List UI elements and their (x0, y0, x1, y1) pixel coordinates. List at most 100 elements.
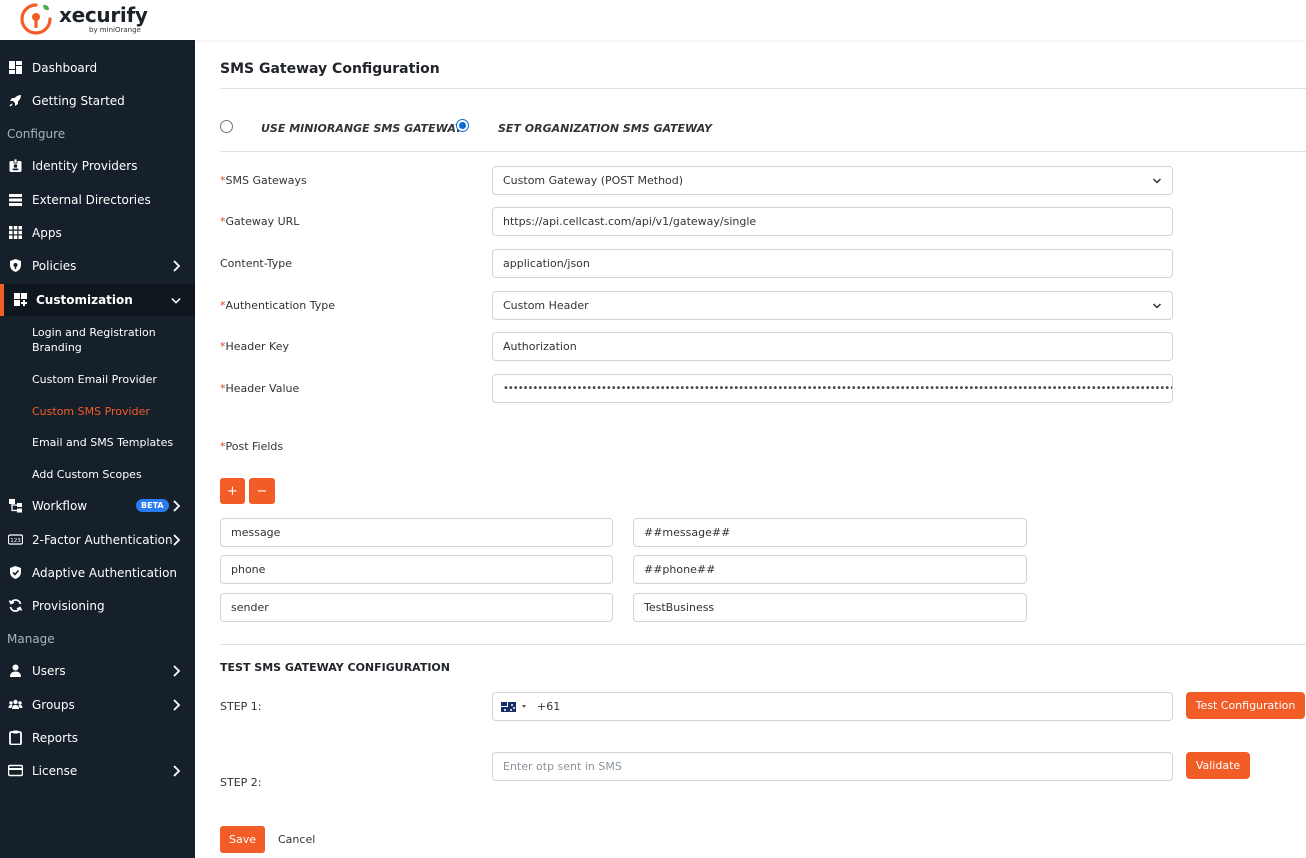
post-field-value-input[interactable]: TestBusiness (633, 593, 1027, 622)
test-configuration-button[interactable]: Test Configuration (1186, 692, 1305, 719)
header-value-label: *Header Value (220, 382, 300, 395)
sidebar-item-adaptive-auth[interactable]: Adaptive Authentication (0, 557, 195, 589)
sidebar-item-users[interactable]: Users (0, 655, 195, 687)
top-bar: xecurify by miniOrange (0, 0, 1306, 40)
sidebar-subitem-branding[interactable]: Branding (32, 340, 82, 355)
post-field-key-input[interactable]: message (220, 518, 613, 547)
chevron-down-icon (1152, 178, 1162, 184)
section-manage: Manage (7, 632, 55, 646)
post-field-key-input[interactable]: phone (220, 555, 613, 584)
sidebar-item-label: Identity Providers (32, 159, 138, 173)
step1-label: STEP 1: (220, 700, 262, 713)
chevron-right-icon (173, 765, 181, 777)
radio-label-miniorange: USE MINIORANGE SMS GATEWAY (261, 122, 463, 135)
sidebar-item-policies[interactable]: Policies (0, 250, 195, 282)
workflow-icon (9, 499, 22, 513)
header-key-input[interactable]: Authorization (492, 332, 1173, 361)
dashboard-icon (9, 61, 22, 74)
sidebar-item-label: Groups (32, 698, 75, 712)
clipboard-icon (9, 730, 22, 745)
radio-label-organization: SET ORGANIZATION SMS GATEWAY (498, 122, 712, 135)
sidebar-item-workflow[interactable]: Workflow BETA (0, 490, 195, 522)
auth-type-label: *Authentication Type (220, 299, 336, 312)
active-indicator (0, 284, 4, 316)
add-post-field-button[interactable]: + (220, 478, 245, 504)
sidebar-item-external-directories[interactable]: External Directories (0, 184, 195, 216)
phone-number-input[interactable]: +61 (492, 692, 1173, 721)
sidebar-item-label: Customization (36, 293, 133, 307)
post-field-key-input[interactable]: sender (220, 593, 613, 622)
section-configure: Configure (7, 127, 66, 141)
test-section-title: TEST SMS GATEWAY CONFIGURATION (220, 661, 450, 674)
svg-text:123: 123 (10, 538, 21, 544)
validate-button[interactable]: Validate (1186, 752, 1250, 779)
sidebar-item-label: Dashboard (32, 61, 98, 75)
gateway-url-label: *Gateway URL (220, 215, 300, 228)
auth-type-select[interactable]: Custom Header (492, 291, 1173, 320)
customization-icon (14, 293, 27, 306)
sidebar-subitem-custom-email-provider[interactable]: Custom Email Provider (32, 372, 157, 387)
sidebar-item-label: 2-Factor Authentication (32, 533, 173, 547)
post-field-value-input[interactable]: ##message## (633, 518, 1027, 547)
chevron-down-icon (171, 297, 181, 304)
cancel-button[interactable]: Cancel (278, 833, 315, 846)
sync-icon (8, 599, 23, 612)
sidebar-item-provisioning[interactable]: Provisioning (0, 590, 195, 622)
post-field-value-input[interactable]: ##phone## (633, 555, 1027, 584)
otp-input[interactable]: Enter otp sent in SMS (492, 752, 1173, 781)
sidebar-item-apps[interactable]: Apps (0, 217, 195, 249)
xecurify-logo[interactable]: xecurify by miniOrange (19, 2, 159, 36)
sidebar-subitem-custom-sms-provider[interactable]: Custom SMS Provider (32, 404, 150, 419)
country-dropdown-icon[interactable] (522, 705, 526, 708)
brand-byline: by miniOrange (89, 26, 141, 34)
sidebar-item-dashboard[interactable]: Dashboard (0, 52, 195, 84)
content-type-input[interactable]: application/json (492, 249, 1173, 278)
sidebar-item-label: Getting Started (32, 94, 125, 108)
gateway-url-input[interactable]: https://api.cellcast.com/api/v1/gateway/… (492, 207, 1173, 236)
rocket-icon (9, 95, 21, 107)
sidebar-item-2fa[interactable]: 123 2-Factor Authentication (0, 524, 195, 556)
chevron-right-icon (173, 665, 181, 677)
divider (220, 644, 1306, 645)
shield-lock-icon (10, 259, 21, 272)
header-value-input[interactable]: ••••••••••••••••••••••••••••••••••••••••… (492, 374, 1173, 403)
sidebar-item-customization[interactable]: Customization (0, 284, 195, 316)
australia-flag-icon (501, 702, 516, 712)
shield-check-icon (10, 566, 21, 579)
brand-name: xecurify (59, 3, 148, 27)
radio-miniorange-gateway[interactable] (220, 120, 233, 133)
sidebar-item-label: Users (32, 664, 66, 678)
radio-organization-gateway[interactable] (456, 119, 469, 132)
id-card-icon (9, 158, 22, 172)
sidebar-item-label: Apps (32, 226, 62, 240)
chevron-right-icon (173, 534, 181, 546)
sidebar-item-groups[interactable]: Groups (0, 689, 195, 721)
sidebar-subitem-login-registration[interactable]: Login and Registration (32, 325, 156, 340)
list-icon (9, 194, 22, 206)
sidebar-item-label: Provisioning (32, 599, 105, 613)
sms-gateways-select[interactable]: Custom Gateway (POST Method) (492, 166, 1173, 195)
beta-badge: BETA (136, 499, 169, 512)
save-button[interactable]: Save (220, 826, 265, 853)
keyhole-logo-icon (20, 3, 52, 35)
sidebar-item-label: External Directories (32, 193, 151, 207)
step2-label: STEP 2: (220, 776, 262, 789)
chevron-right-icon (173, 500, 181, 512)
sidebar-item-license[interactable]: License (0, 755, 195, 787)
sidebar-item-label: Workflow (32, 499, 88, 513)
sms-gateways-label: *SMS Gateways (220, 174, 307, 187)
sidebar-item-reports[interactable]: Reports (0, 722, 195, 754)
content-type-label: Content-Type (220, 257, 292, 270)
sidebar-subitem-email-sms-templates[interactable]: Email and SMS Templates (32, 435, 173, 450)
divider (220, 88, 1306, 89)
chevron-right-icon (173, 260, 181, 272)
sidebar-item-label: Adaptive Authentication (32, 566, 178, 580)
post-fields-label: *Post Fields (220, 440, 284, 453)
sidebar-item-getting-started[interactable]: Getting Started (0, 85, 195, 117)
sidebar-item-identity-providers[interactable]: Identity Providers (0, 150, 195, 182)
sidebar-subitem-add-custom-scopes[interactable]: Add Custom Scopes (32, 467, 142, 482)
sidebar: Dashboard Getting Started Configure Iden… (0, 40, 195, 858)
sidebar-item-label: Reports (32, 731, 79, 745)
grid-icon (9, 226, 22, 239)
remove-post-field-button[interactable]: − (249, 478, 275, 504)
